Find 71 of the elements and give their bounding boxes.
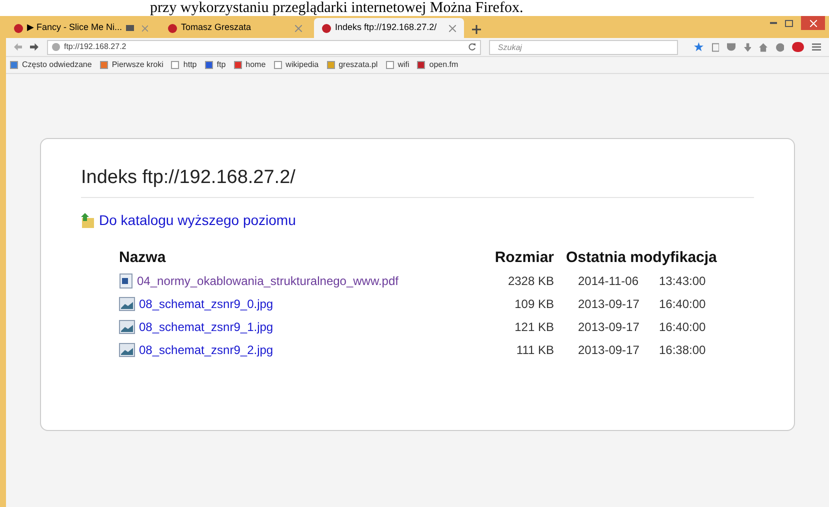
folder-up-icon <box>81 212 95 228</box>
close-window-icon[interactable] <box>801 16 825 30</box>
table-cell-text: 2014-11-06 <box>577 272 640 290</box>
table-cell-text: 16:40:00 <box>659 296 707 312</box>
table-cell-text: 109 KB <box>514 296 554 312</box>
bookmark-icon <box>386 61 394 69</box>
browser-tab[interactable]: Tomasz Greszata <box>160 18 310 38</box>
tab-title: Tomasz Greszata <box>181 21 252 34</box>
favicon-icon <box>322 24 331 32</box>
close-icon[interactable] <box>295 24 302 32</box>
bookmark[interactable]: http <box>171 59 197 71</box>
table-cell-text: 13:43:00 <box>659 272 707 290</box>
bookmark[interactable]: wifi <box>386 59 410 71</box>
new-tab-icon[interactable] <box>472 25 481 34</box>
clipboard-icon[interactable] <box>712 42 720 52</box>
image-icon <box>119 342 135 356</box>
table-cell-text: 121 KB <box>514 318 554 336</box>
table-cell-text: 2013-09-17 <box>577 296 640 312</box>
page-title: Indeks ftp://192.168.27.2/ <box>81 164 754 198</box>
menu-icon[interactable] <box>812 43 822 51</box>
address-bar[interactable]: ftp://192.168.27.2 <box>46 40 481 54</box>
tab-title: Indeks ftp://192.168.27.2/ <box>335 21 437 34</box>
document-text: przy wykorzystaniu przeglądarki internetowej Można Firefox. <box>149 0 524 16</box>
bookmark[interactable]: greszata.pl <box>326 59 378 71</box>
column-header: Rozmiar <box>494 248 554 268</box>
bookmark[interactable]: home <box>234 59 266 71</box>
bookmark[interactable]: Pierwsze kroki <box>100 59 164 71</box>
bookmark-icon <box>274 61 282 69</box>
pocket-icon[interactable] <box>727 43 736 51</box>
bookmark-icon <box>234 61 242 69</box>
bookmark[interactable]: open.fm <box>417 59 458 71</box>
browser-tab[interactable]: ▶ Fancy - Slice Me Ni... <box>6 18 156 38</box>
bookmark[interactable]: ftp <box>204 59 226 71</box>
reload-icon[interactable] <box>468 43 476 51</box>
column-header: Nazwa <box>119 248 167 268</box>
image-icon <box>119 320 135 334</box>
table-cell-text: 16:38:00 <box>659 342 707 358</box>
tab-title: ▶ Fancy - Slice Me Ni... <box>27 21 122 34</box>
bookmark[interactable]: Często odwiedzane <box>10 59 92 71</box>
download-icon[interactable] <box>744 42 752 52</box>
browser-tab[interactable]: Indeks ftp://192.168.27.2/ <box>314 18 464 38</box>
column-header: Ostatnia modyfikacja <box>554 246 717 269</box>
home-icon[interactable] <box>759 42 768 52</box>
bookmark[interactable]: wikipedia <box>274 59 319 71</box>
forward-icon[interactable] <box>30 43 39 51</box>
table-cell-text: 2013-09-17 <box>577 342 640 358</box>
bookmark-icon <box>10 61 18 69</box>
bookmark-icon <box>417 61 426 69</box>
bookmark-icon <box>100 61 108 69</box>
bookmark-icon <box>204 61 213 69</box>
close-icon[interactable] <box>142 24 148 32</box>
table-cell-text: 2013-09-17 <box>577 318 640 336</box>
table-cell-text: 111 KB <box>515 342 554 358</box>
star-icon[interactable] <box>694 42 704 52</box>
file-link[interactable]: 08_schemat_zsnr9_0.jpg <box>139 294 274 312</box>
document-icon <box>119 272 133 288</box>
favicon-icon <box>14 24 23 32</box>
table-cell-text: 2328 KB <box>506 272 554 290</box>
image-icon <box>119 296 135 310</box>
search-field[interactable]: Szukaj <box>488 40 678 54</box>
file-link[interactable]: 08_schemat_zsnr9_1.jpg <box>139 318 274 336</box>
favicon-icon <box>168 24 177 32</box>
maximize-icon[interactable] <box>785 20 793 26</box>
file-link[interactable]: 08_schemat_zsnr9_2.jpg <box>139 340 274 358</box>
bookmark-icon <box>171 61 180 69</box>
file-link[interactable]: 04_normy_okablowania_strukturalnego_www.pdf <box>137 272 398 290</box>
table-cell-text: 16:40:00 <box>659 318 707 336</box>
back-icon[interactable] <box>14 43 22 51</box>
parent-directory-link[interactable]: Do katalogu wyższego poziomu <box>99 210 296 230</box>
bookmark-icon <box>326 61 335 69</box>
close-icon[interactable] <box>449 24 456 32</box>
